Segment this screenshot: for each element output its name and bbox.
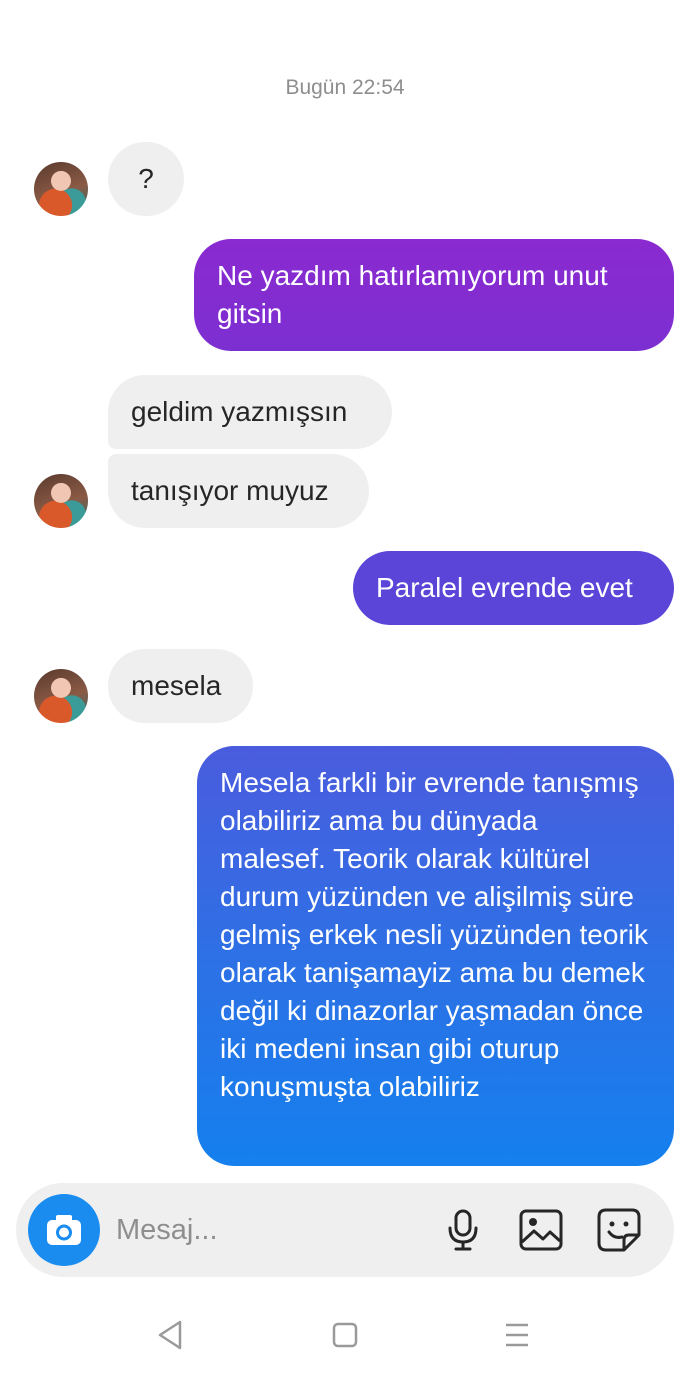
home-button[interactable] — [320, 1310, 370, 1360]
back-button[interactable] — [145, 1310, 195, 1360]
microphone-icon — [448, 1209, 478, 1251]
outgoing-message[interactable]: Ne yazdım hatırlamıyorum unut gitsin — [194, 239, 674, 351]
contact-avatar[interactable] — [34, 669, 88, 723]
home-icon — [332, 1322, 358, 1348]
outgoing-message[interactable]: Paralel evrende evet — [353, 551, 674, 625]
incoming-message[interactable]: tanışıyor muyuz — [108, 454, 369, 528]
menu-icon — [506, 1323, 528, 1347]
gallery-button[interactable] — [516, 1205, 566, 1255]
message-input[interactable] — [116, 1183, 416, 1277]
contact-avatar[interactable] — [34, 162, 88, 216]
incoming-message[interactable]: ? — [108, 142, 184, 216]
camera-icon — [47, 1215, 81, 1245]
chat-screen: Bugün 22:54 ? Ne yazdım hatırlamıyorum u… — [0, 0, 690, 1377]
sticker-icon — [597, 1208, 641, 1252]
incoming-message[interactable]: geldim yazmışsın — [108, 375, 392, 449]
contact-avatar[interactable] — [34, 474, 88, 528]
camera-button[interactable] — [28, 1194, 100, 1266]
message-composer — [16, 1183, 674, 1277]
recents-button[interactable] — [492, 1310, 542, 1360]
sticker-button[interactable] — [594, 1205, 644, 1255]
back-icon — [158, 1320, 182, 1350]
incoming-message[interactable]: mesela — [108, 649, 253, 723]
gallery-icon — [519, 1209, 563, 1251]
outgoing-message[interactable]: Mesela farkli bir evrende tanışmış olabi… — [197, 746, 674, 1166]
thread-timestamp: Bugün 22:54 — [285, 76, 405, 99]
microphone-button[interactable] — [438, 1205, 488, 1255]
